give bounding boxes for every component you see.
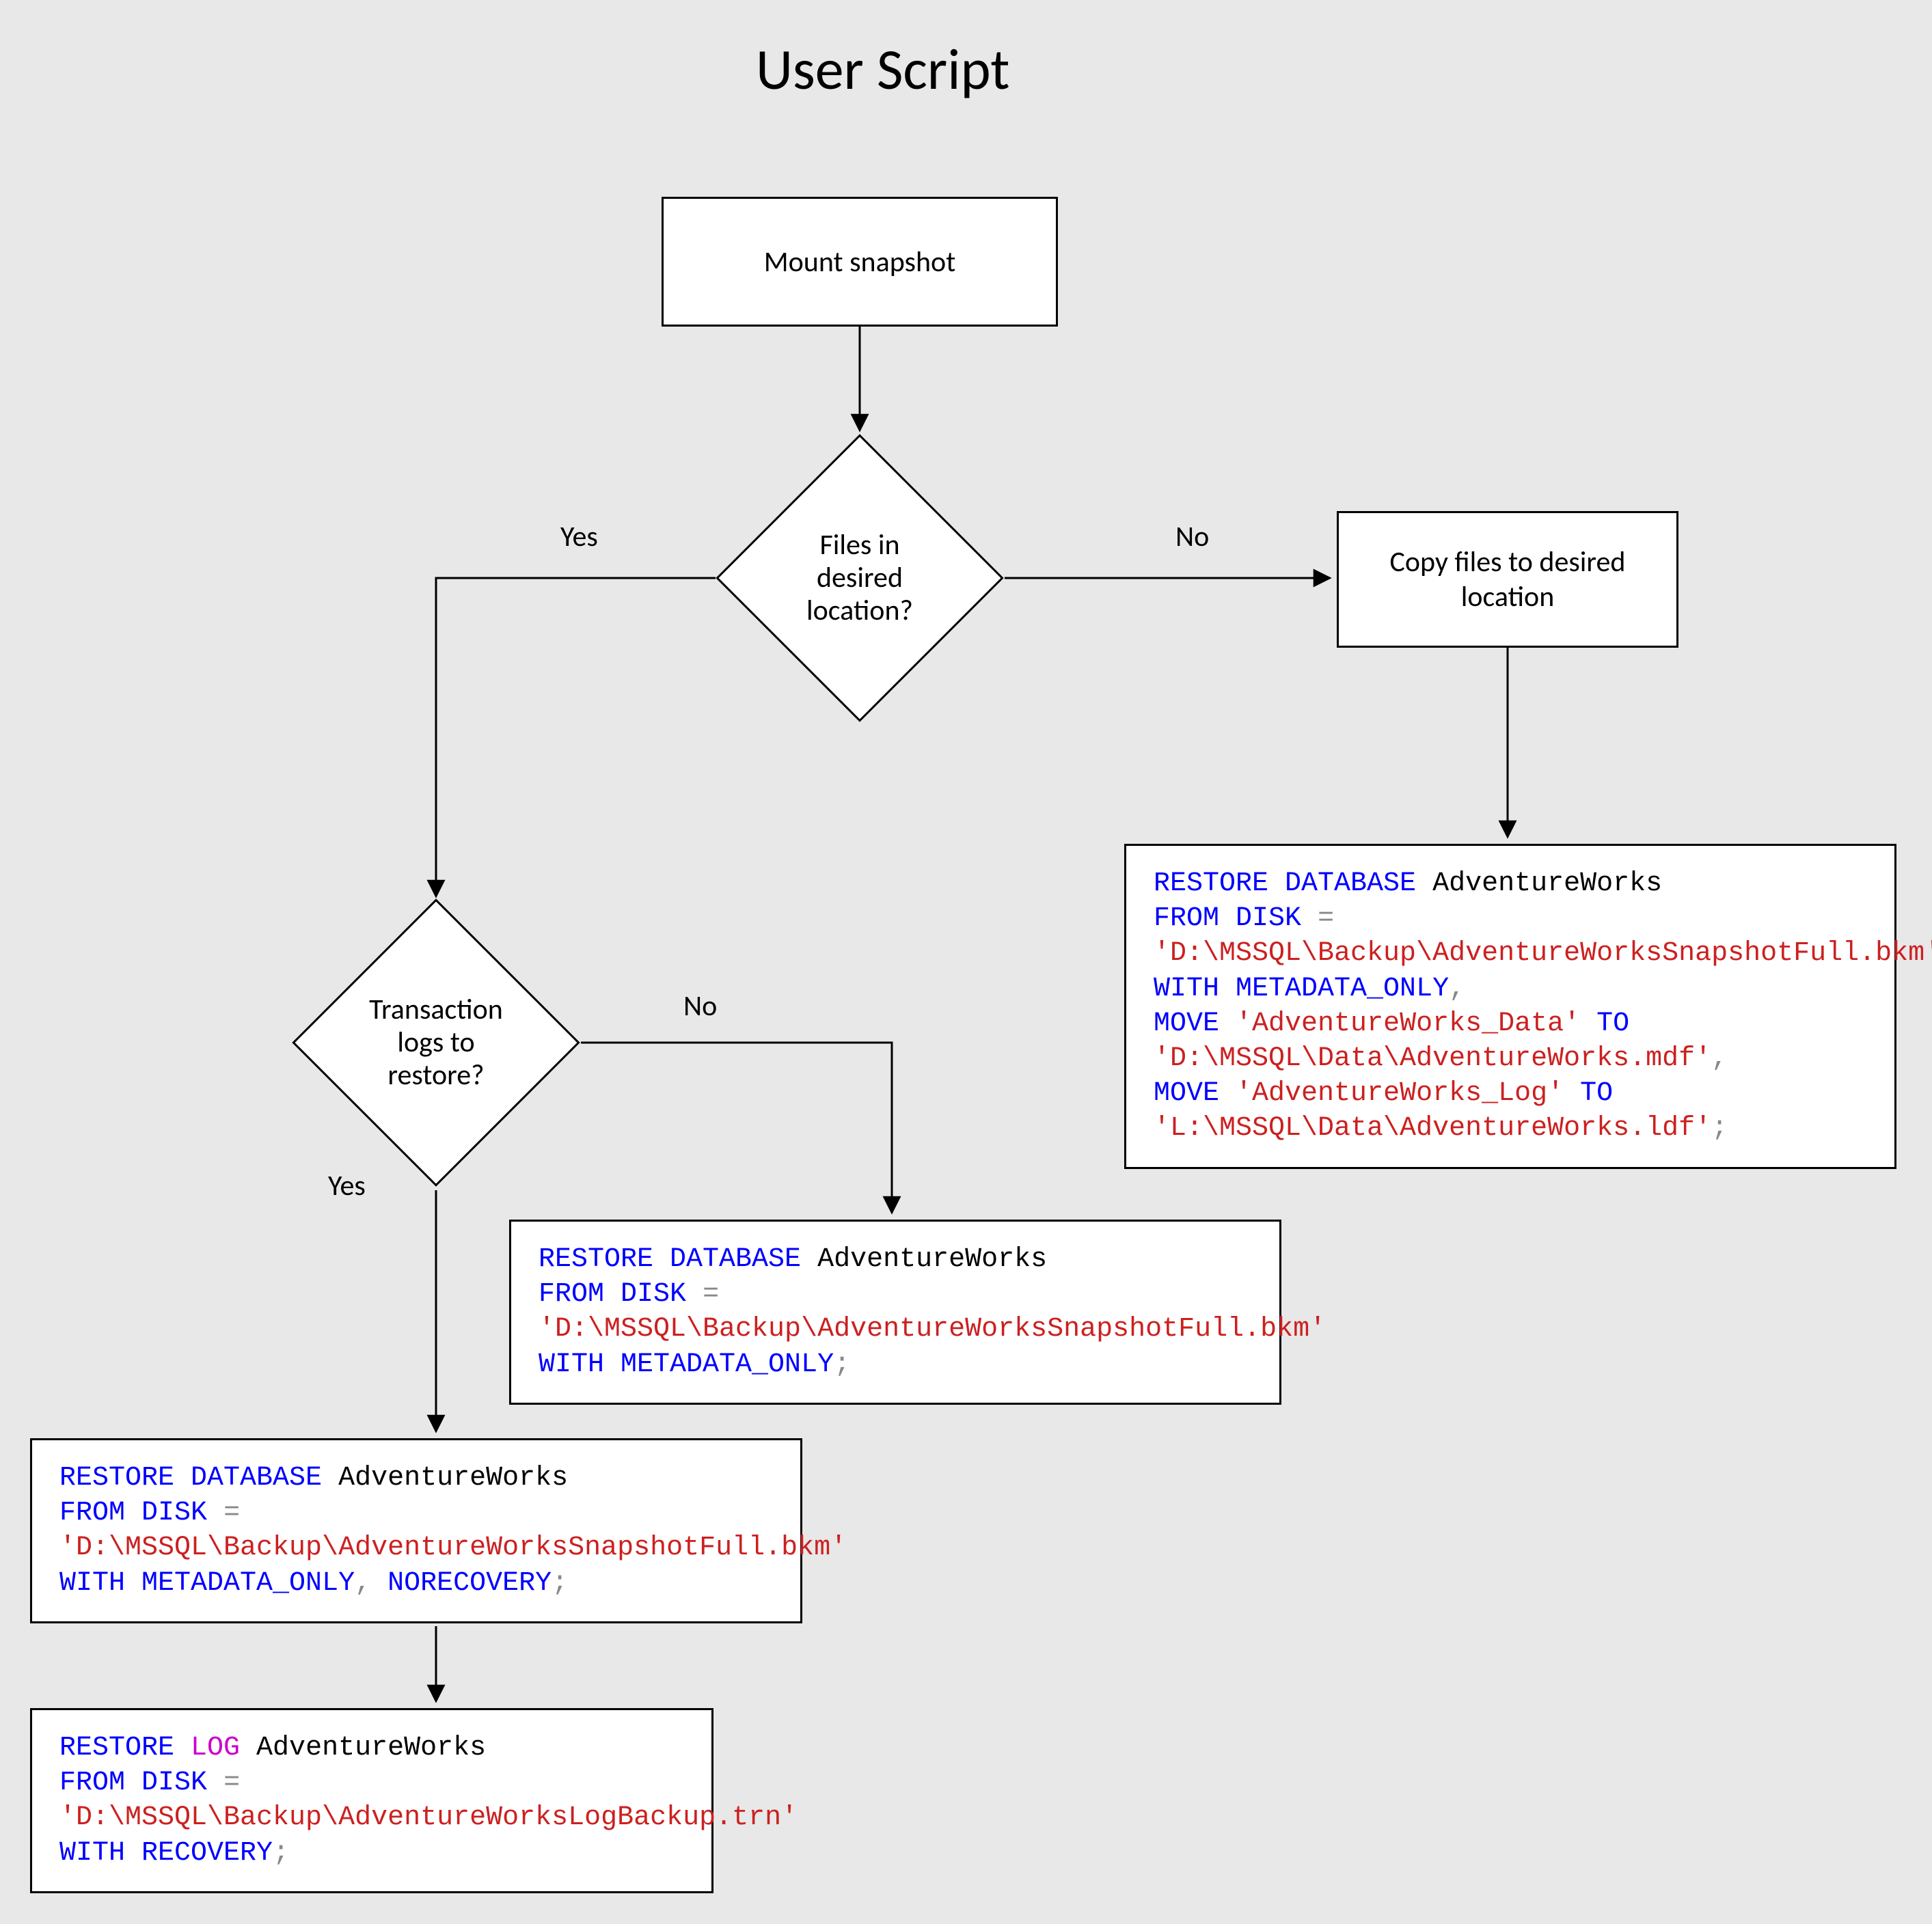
code-restore-with-move: RESTORE DATABASE AdventureWorks FROM DIS… <box>1124 844 1896 1169</box>
label-no-2: No <box>683 989 717 1023</box>
code-restore-metadata-only: RESTORE DATABASE AdventureWorks FROM DIS… <box>509 1220 1281 1405</box>
arrow-decision2-no <box>581 1043 892 1213</box>
arrow-decision1-yes <box>436 578 716 896</box>
node-mount-snapshot: Mount snapshot <box>662 197 1058 327</box>
decision-files-in-location-label: Files indesiredlocation? <box>758 476 962 680</box>
code-restore-log: RESTORE LOG AdventureWorks FROM DISK = '… <box>30 1708 713 1893</box>
label-no-1: No <box>1175 519 1209 554</box>
page-title: User Script <box>756 34 1009 105</box>
decision-tx-logs-label: Transactionlogs torestore? <box>334 941 538 1144</box>
label-yes-1: Yes <box>560 519 598 554</box>
flowchart-canvas: User Script Mount snapshot Files indesir… <box>0 0 1932 1924</box>
node-copy-files: Copy files to desiredlocation <box>1337 511 1678 648</box>
decision-files-in-location: Files indesiredlocation? <box>758 476 962 680</box>
code-restore-norecovery: RESTORE DATABASE AdventureWorks FROM DIS… <box>30 1438 802 1623</box>
decision-tx-logs: Transactionlogs torestore? <box>334 941 538 1144</box>
label-yes-2: Yes <box>328 1168 366 1203</box>
